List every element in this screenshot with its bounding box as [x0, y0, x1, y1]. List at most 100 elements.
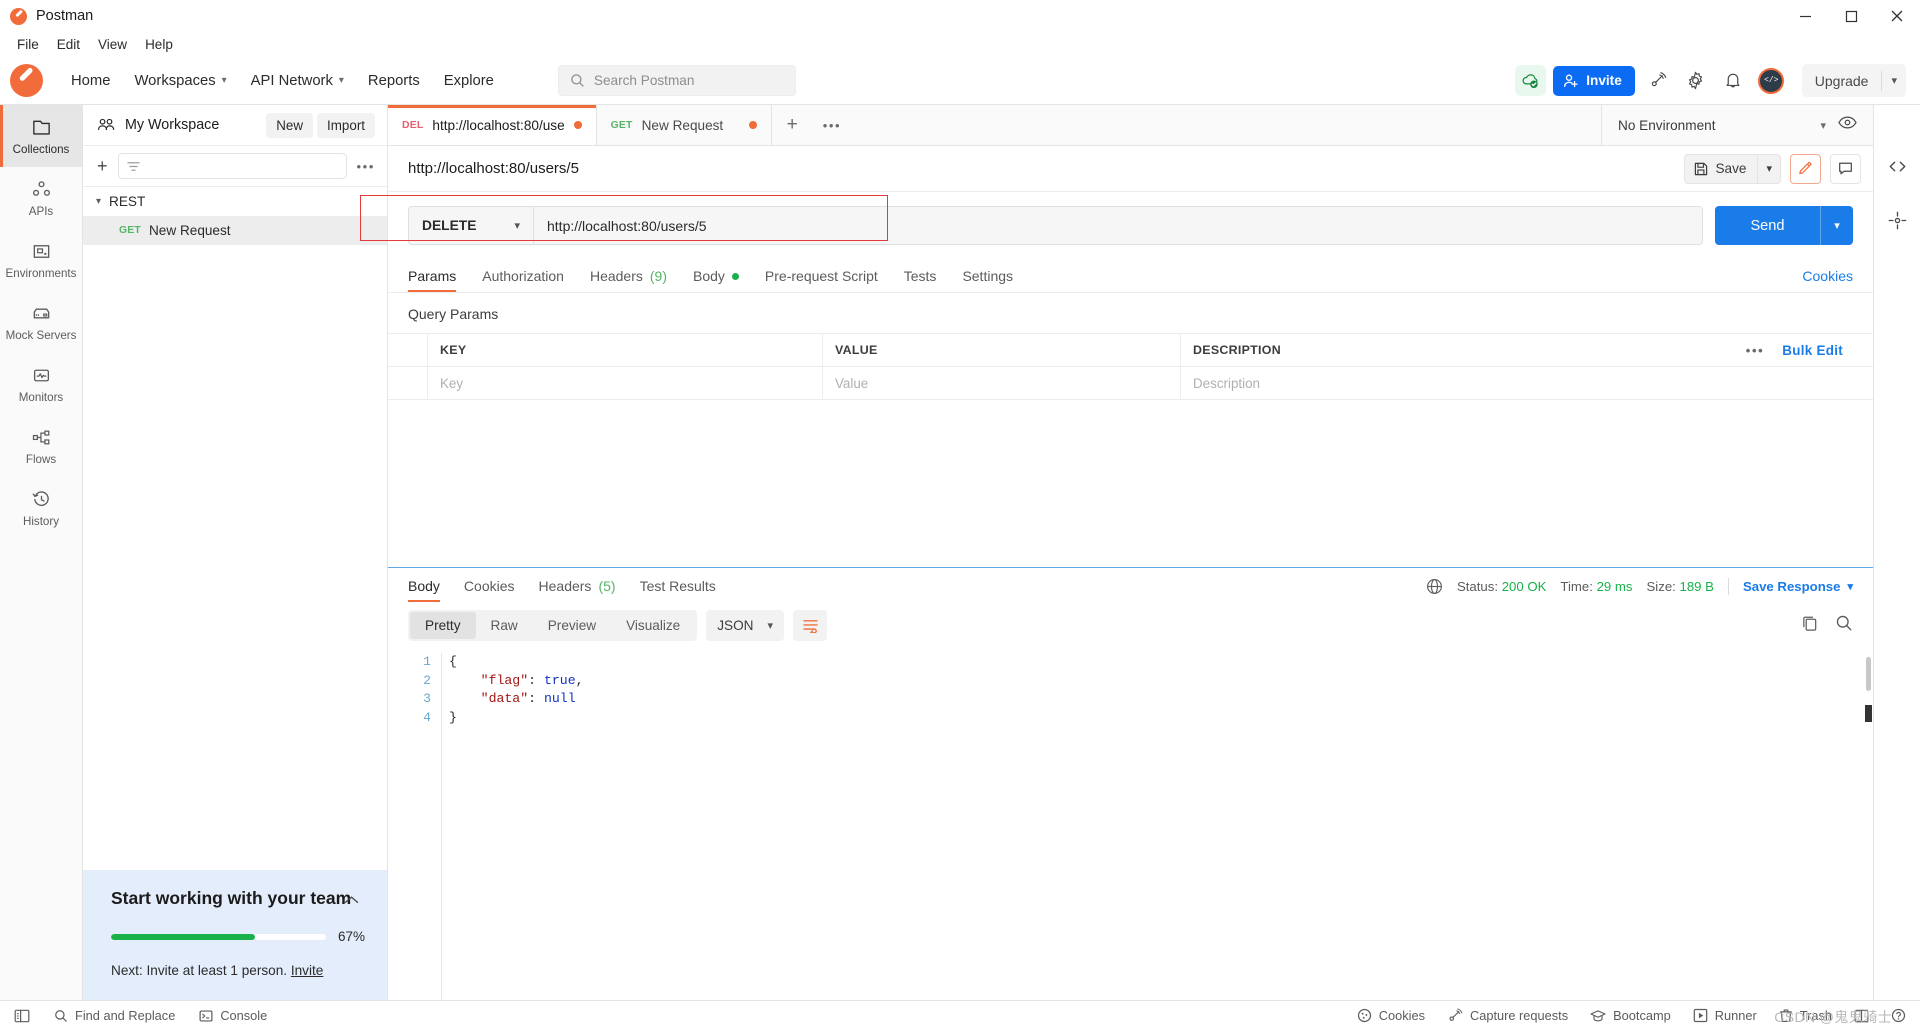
- layout-toggle-button[interactable]: [1854, 1009, 1869, 1023]
- nav-workspaces[interactable]: Workspaces ▾: [122, 67, 238, 95]
- sidebar-item-collections[interactable]: Collections: [0, 105, 82, 167]
- sidebar-item-apis[interactable]: APIs: [0, 167, 82, 229]
- code-snippet-icon[interactable]: [1888, 157, 1907, 181]
- wrap-lines-button[interactable]: [793, 610, 828, 641]
- runner-button[interactable]: Runner: [1693, 1008, 1757, 1023]
- request-sub-tabs: Params Authorization Headers (9) Body Pr…: [388, 259, 1873, 293]
- avatar-icon[interactable]: </>: [1756, 65, 1787, 96]
- send-options-chevron-icon[interactable]: ▾: [1820, 206, 1853, 245]
- row-checkbox-cell[interactable]: [388, 367, 428, 399]
- sidebar-item-environments[interactable]: Environments: [0, 229, 82, 291]
- postman-brand-logo-icon[interactable]: [10, 64, 43, 97]
- gear-icon[interactable]: [1680, 65, 1711, 96]
- cookies-button[interactable]: Cookies: [1357, 1008, 1425, 1023]
- search-icon[interactable]: [1835, 614, 1853, 637]
- tree-item-collection[interactable]: ▾ REST: [83, 187, 387, 216]
- response-pane: Body Cookies Headers (5) Test Results St…: [388, 567, 1873, 1000]
- trash-button[interactable]: Trash: [1779, 1008, 1832, 1023]
- cell-key[interactable]: Key: [428, 367, 823, 399]
- tab-params[interactable]: Params: [408, 268, 457, 292]
- sidebar-item-history[interactable]: History: [0, 477, 82, 539]
- response-tab-headers[interactable]: Headers (5): [539, 578, 616, 602]
- filter-input[interactable]: [117, 153, 347, 179]
- sidebar-item-flows[interactable]: Flows: [0, 415, 82, 477]
- view-mode-raw[interactable]: Raw: [476, 612, 533, 639]
- close-icon[interactable]: [1874, 0, 1920, 32]
- chevron-down-icon[interactable]: ▾: [1882, 74, 1906, 87]
- save-response-button[interactable]: Save Response ▾: [1743, 579, 1853, 594]
- menu-bar: File Edit View Help: [0, 32, 1920, 57]
- import-button[interactable]: Import: [317, 112, 375, 138]
- tab-headers[interactable]: Headers (9): [590, 268, 667, 292]
- comment-button[interactable]: [1830, 153, 1861, 184]
- edit-pencil-button[interactable]: [1790, 153, 1821, 184]
- view-mode-preview[interactable]: Preview: [533, 612, 611, 639]
- menu-file[interactable]: File: [8, 35, 48, 54]
- new-button[interactable]: New: [266, 112, 314, 138]
- view-mode-visualize[interactable]: Visualize: [611, 612, 695, 639]
- copy-icon[interactable]: [1801, 614, 1819, 637]
- sidebar-item-monitors[interactable]: Monitors: [0, 353, 82, 415]
- nav-api-network[interactable]: API Network ▾: [239, 67, 356, 95]
- environment-quick-look-icon[interactable]: [1838, 115, 1857, 135]
- response-format-select[interactable]: JSON ▾: [706, 610, 785, 641]
- bell-icon[interactable]: [1718, 65, 1749, 96]
- menu-edit[interactable]: Edit: [48, 35, 89, 54]
- bootcamp-button[interactable]: Bootcamp: [1590, 1008, 1671, 1023]
- team-invite-link[interactable]: Invite: [291, 963, 324, 978]
- invite-button[interactable]: Invite: [1553, 65, 1635, 96]
- http-method-select[interactable]: DELETE ▾: [409, 207, 534, 244]
- add-collection-button[interactable]: +: [97, 156, 108, 177]
- view-mode-pretty[interactable]: Pretty: [410, 612, 476, 639]
- nav-explore[interactable]: Explore: [432, 67, 506, 95]
- layout-icon: [1854, 1009, 1869, 1022]
- chevron-down-icon[interactable]: ▾: [1758, 162, 1780, 175]
- environment-selector[interactable]: No Environment ▾: [1618, 118, 1826, 133]
- comments-icon[interactable]: [1888, 211, 1907, 235]
- tab-options-icon[interactable]: •••: [813, 105, 851, 145]
- menu-help[interactable]: Help: [136, 35, 182, 54]
- nav-reports[interactable]: Reports: [356, 67, 432, 95]
- bulk-edit-button[interactable]: Bulk Edit: [1782, 343, 1843, 358]
- broadcast-icon[interactable]: [1642, 65, 1673, 96]
- code-lines[interactable]: { "flag": true, "data": null}: [441, 653, 1873, 1000]
- response-tab-cookies[interactable]: Cookies: [464, 578, 515, 602]
- table-more-icon[interactable]: •••: [1746, 343, 1764, 358]
- status-label-wrap: Status: 200 OK: [1457, 579, 1546, 594]
- url-input[interactable]: http://localhost:80/users/5: [534, 207, 1702, 244]
- response-tab-body[interactable]: Body: [408, 578, 440, 602]
- menu-view[interactable]: View: [89, 35, 136, 54]
- search-input[interactable]: Search Postman: [557, 65, 796, 96]
- capture-requests-button[interactable]: Capture requests: [1447, 1008, 1568, 1023]
- find-and-replace-button[interactable]: Find and Replace: [54, 1008, 175, 1023]
- sidebar-item-mock-servers[interactable]: Mock Servers: [0, 291, 82, 353]
- code-scrollbar[interactable]: [1866, 657, 1871, 691]
- cell-value[interactable]: Value: [823, 367, 1181, 399]
- sidebar-toggle-button[interactable]: [14, 1009, 30, 1023]
- request-tab-new-request[interactable]: GET New Request: [596, 105, 772, 145]
- help-button[interactable]: [1891, 1008, 1906, 1023]
- save-button[interactable]: Save ▾: [1684, 153, 1781, 184]
- tab-settings[interactable]: Settings: [962, 268, 1013, 292]
- cell-description[interactable]: Description: [1181, 367, 1873, 399]
- request-tab-delete[interactable]: DEL http://localhost:80/use: [388, 105, 597, 145]
- send-button[interactable]: Send: [1715, 206, 1820, 245]
- tab-authorization[interactable]: Authorization: [482, 268, 564, 292]
- tab-pre-request-script[interactable]: Pre-request Script: [765, 268, 878, 292]
- tree-item-request[interactable]: GET New Request: [83, 216, 387, 245]
- response-tab-test-results[interactable]: Test Results: [640, 578, 716, 602]
- maximize-icon[interactable]: [1828, 0, 1874, 32]
- minimize-icon[interactable]: [1782, 0, 1828, 32]
- upgrade-button[interactable]: Upgrade ▾: [1801, 64, 1906, 97]
- nav-home[interactable]: Home: [59, 67, 122, 95]
- table-row[interactable]: Key Value Description: [388, 367, 1873, 400]
- response-body-code[interactable]: 1 2 3 4 { "flag": true, "data": null}: [388, 650, 1873, 1000]
- tab-body[interactable]: Body: [693, 268, 739, 292]
- collapse-chevron-up-icon[interactable]: [344, 892, 359, 910]
- cloud-sync-icon[interactable]: [1515, 65, 1547, 96]
- console-button[interactable]: Console: [199, 1008, 267, 1023]
- cookies-link[interactable]: Cookies: [1802, 268, 1853, 292]
- new-tab-button[interactable]: +: [772, 105, 813, 145]
- sidebar-more-icon[interactable]: •••: [357, 159, 375, 174]
- tab-tests[interactable]: Tests: [904, 268, 937, 292]
